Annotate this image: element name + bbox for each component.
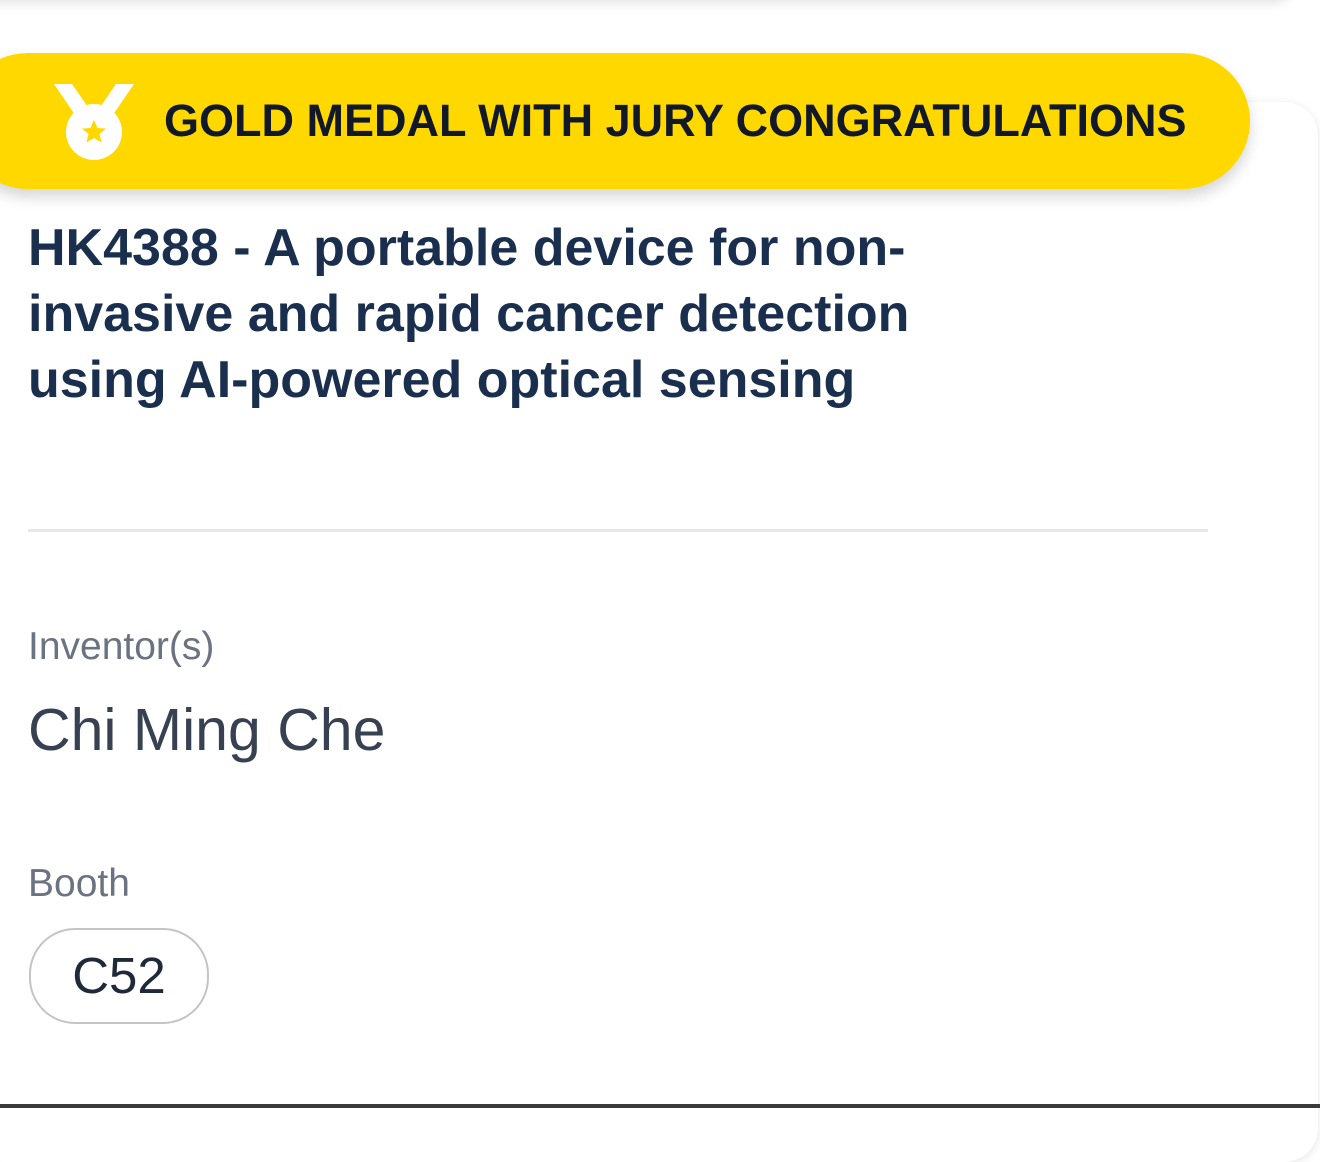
bottom-edge [0,1104,1320,1108]
booth-label: Booth [28,862,130,905]
inventors-value: Chi Ming Che [28,697,386,763]
medal-icon [54,84,134,160]
booth-chip[interactable]: C52 [29,928,209,1024]
invention-title: HK4388 - A portable device for non-invas… [28,219,910,409]
inventors-label: Inventor(s) [28,625,215,668]
divider [28,529,1208,532]
award-label: GOLD MEDAL WITH JURY CONGRATULATIONS [164,95,1187,146]
